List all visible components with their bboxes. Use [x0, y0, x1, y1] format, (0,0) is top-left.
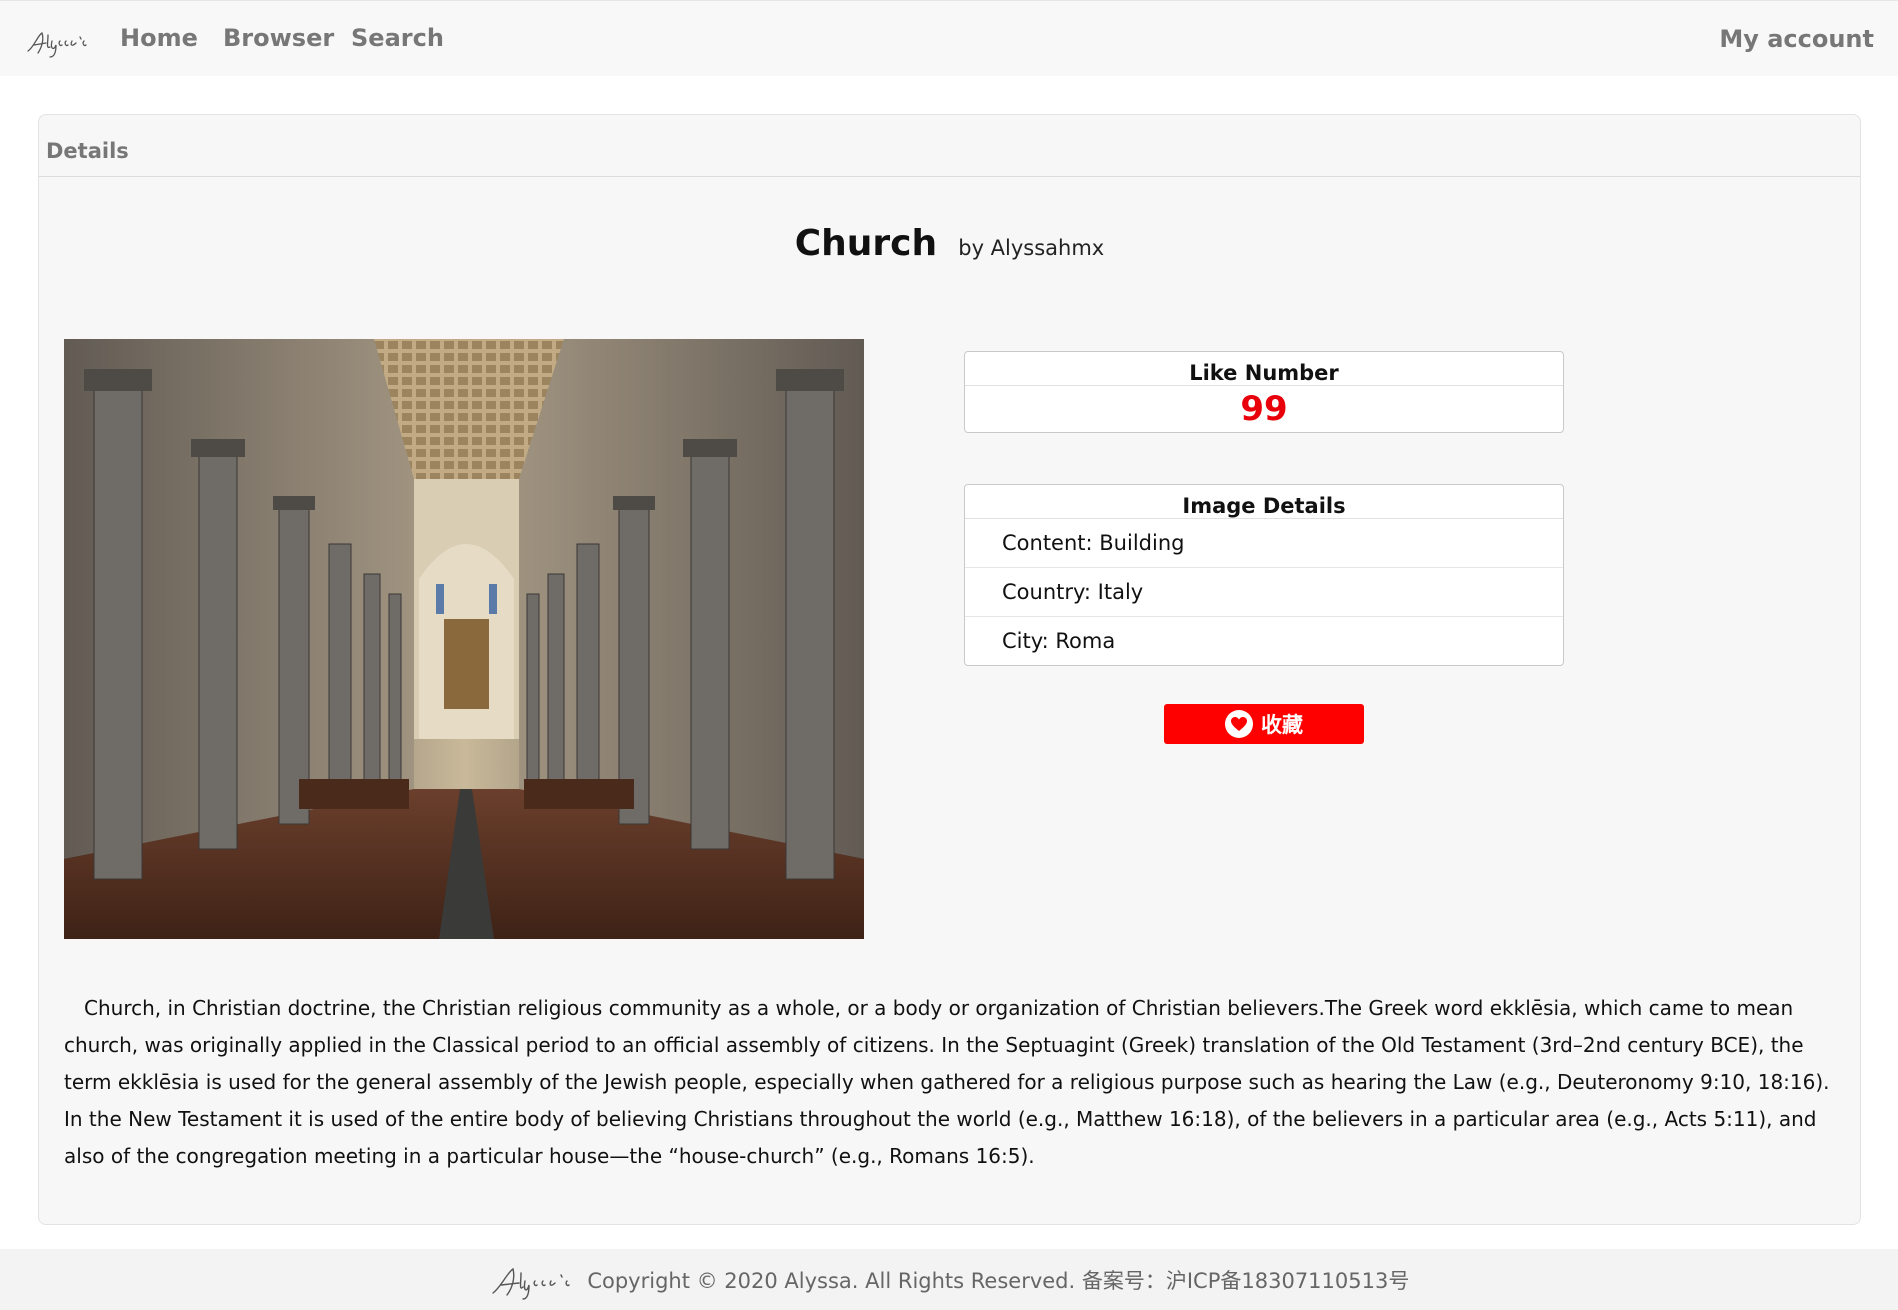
image-author: by Alyssahmx — [958, 236, 1105, 260]
nav-search-link[interactable]: Search — [351, 24, 444, 52]
detail-country: Country: Italy — [965, 568, 1563, 617]
nav-browser-link[interactable]: Browser — [223, 24, 334, 52]
detail-content: Content: Building — [965, 519, 1563, 568]
like-number-card: Like Number 99 — [964, 351, 1564, 433]
like-number-heading: Like Number — [965, 352, 1563, 386]
nav-home-link[interactable]: Home — [120, 24, 198, 52]
favorite-button-label: 收藏 — [1261, 714, 1303, 737]
footer-copyright: Copyright © 2020 Alyssa. All Rights Rese… — [587, 1269, 1410, 1293]
footer-content: Copyright © 2020 Alyssa. All Rights Rese… — [0, 1263, 1898, 1301]
like-number-value: 99 — [1240, 389, 1288, 429]
top-navbar: Home Browser Search My account — [0, 0, 1898, 76]
brand-logo[interactable] — [24, 27, 88, 59]
details-panel: Details Church by Alyssahmx Like Number … — [38, 114, 1861, 1225]
favorite-button[interactable]: 收藏 — [1164, 704, 1364, 744]
detail-city: City: Roma — [1002, 629, 1116, 653]
brand-signature-logo — [27, 32, 87, 58]
panel-heading: Details — [39, 115, 1860, 177]
image-description: Church, in Christian doctrine, the Chris… — [64, 996, 1830, 1168]
image-title: Church — [794, 223, 938, 264]
footer: Copyright © 2020 Alyssa. All Rights Rese… — [0, 1249, 1898, 1310]
church-interior-photo — [64, 339, 864, 939]
image-title-row: Church by Alyssahmx — [39, 223, 1860, 264]
image-details-heading: Image Details — [965, 485, 1563, 519]
footer-signature-logo — [491, 1267, 570, 1300]
my-account-link[interactable]: My account — [1719, 25, 1874, 53]
panel-title: Details — [46, 139, 129, 163]
image-details-card: Image Details Content: Building Country:… — [964, 484, 1564, 666]
heart-icon — [1225, 710, 1253, 738]
